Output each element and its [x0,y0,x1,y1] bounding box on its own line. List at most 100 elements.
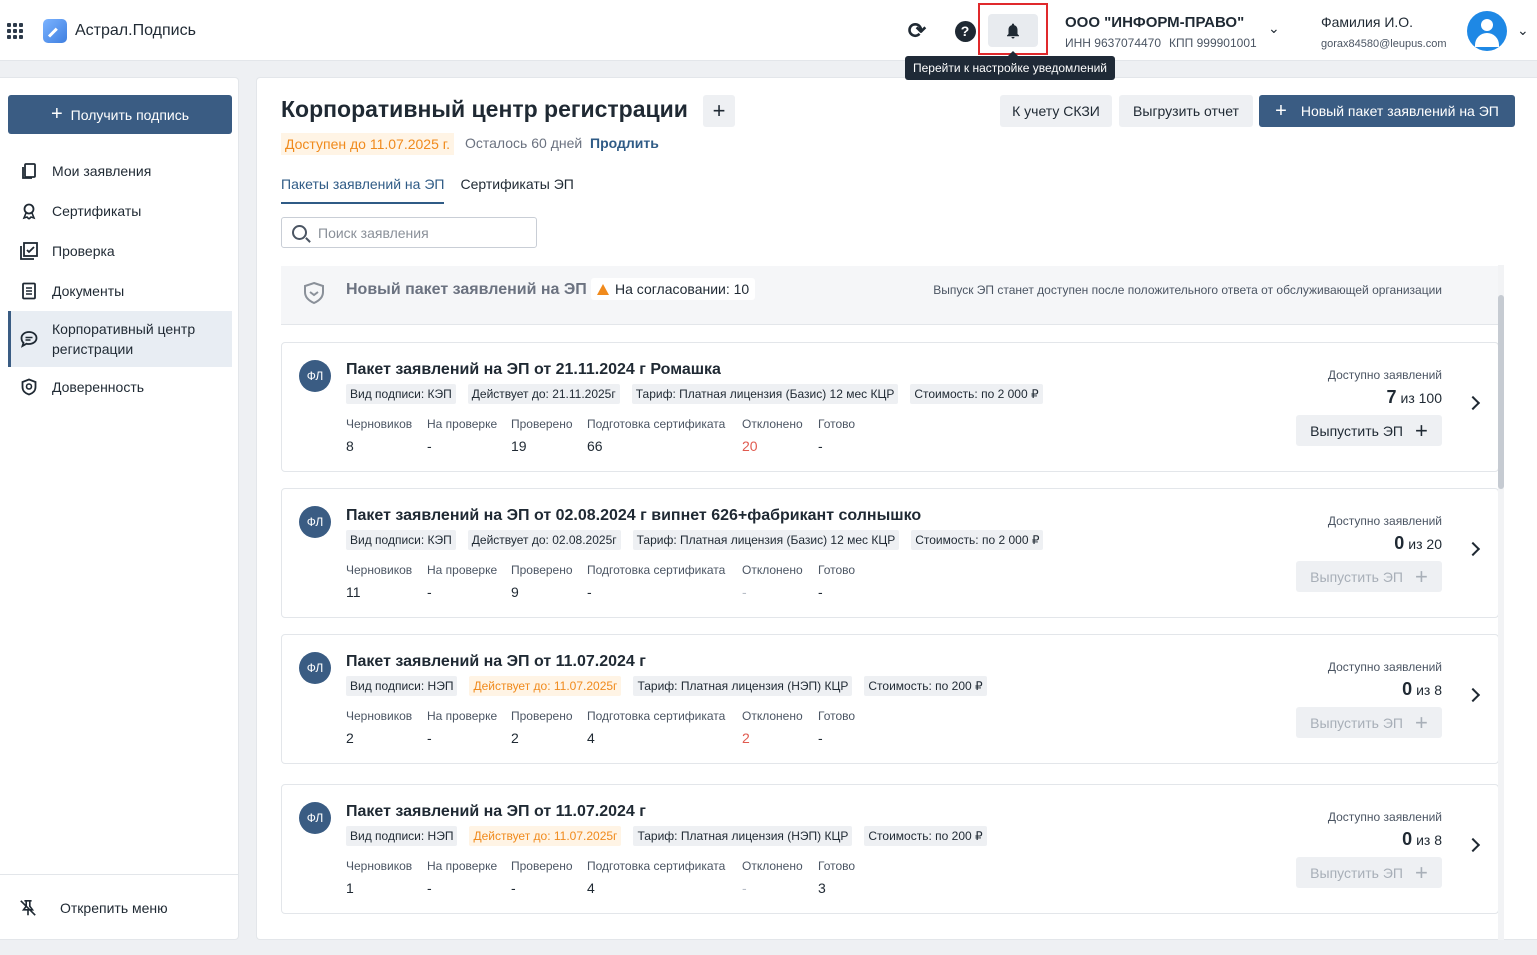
export-report-button[interactable]: Выгрузить отчет [1119,95,1253,127]
chevron-right-icon[interactable] [1465,837,1481,853]
package-tag: Тариф: Платная лицензия (НЭП) КЦР [633,826,853,846]
logo-icon [43,19,67,43]
package-stat: Подготовка сертификата - [587,563,742,600]
package-stat: Готово - [818,417,878,454]
skzi-button[interactable]: К учету СКЗИ [1000,95,1112,127]
package-stat: Черновиков 11 [346,563,427,600]
apps-grid-icon[interactable] [7,23,23,39]
stat-value: - [742,880,747,896]
avatar-icon[interactable] [1467,11,1507,51]
unpin-menu-button[interactable]: Открепить меню [0,874,238,940]
get-signature-button[interactable]: + Получить подпись [8,95,232,134]
issue-signature-label: Выпустить ЭП [1310,422,1403,439]
new-package-title: Новый пакет заявлений на ЭП [346,281,587,298]
new-package-row[interactable]: Новый пакет заявлений на ЭП На согласова… [281,266,1499,325]
issue-signature-button[interactable]: Выпустить ЭП + [1296,415,1442,446]
plus-icon: + [50,103,63,125]
stat-label: Черновиков [346,709,413,723]
highlight-frame [978,3,1048,55]
scrollbar-thumb[interactable] [1498,295,1504,489]
scrollbar[interactable] [1498,265,1504,940]
tab-certificates[interactable]: Сертификаты ЭП [460,176,573,204]
search-input[interactable]: Поиск заявления [281,217,537,248]
stat-label: Отклонено [742,709,803,723]
user-name[interactable]: Фамилия И.О. [1321,14,1413,30]
issue-signature-button[interactable]: Выпустить ЭП + [1296,561,1442,592]
package-card[interactable]: ФЛ Пакет заявлений на ЭП от 11.07.2024 г В… [281,634,1499,764]
main-panel: Корпоративный центр регистрации + Доступ… [256,77,1537,940]
help-icon[interactable]: ? [952,18,978,44]
package-tags: Вид подписи: НЭП Действует до: 11.07.2025… [346,826,999,846]
stat-label: Проверено [511,417,573,431]
org-name[interactable]: ООО "ИНФОРМ-ПРАВО" [1065,14,1244,31]
new-package-note: Выпуск ЭП станет доступен после положите… [933,283,1442,297]
available-label: Доступно заявлений [1327,810,1442,824]
stat-label: Готово [818,859,856,873]
days-left-text: Осталось 60 дней [465,135,583,151]
package-tag: Тариф: Платная лицензия (Базис) 12 мес К… [631,384,899,404]
package-card[interactable]: ФЛ Пакет заявлений на ЭП от 02.08.2024 г … [281,488,1499,618]
add-button[interactable]: + [703,95,735,127]
stat-label: Подготовка сертификата [587,417,726,431]
package-title[interactable]: Пакет заявлений на ЭП от 11.07.2024 г [346,653,646,671]
stat-label: Подготовка сертификата [587,563,726,577]
package-card[interactable]: ФЛ Пакет заявлений на ЭП от 11.07.2024 г В… [281,784,1499,914]
stat-label: На проверке [427,417,498,431]
issue-signature-button[interactable]: Выпустить ЭП + [1296,707,1442,738]
stat-label: На проверке [427,709,498,723]
stat-label: Отклонено [742,563,803,577]
stat-value: 19 [511,438,527,454]
stat-value: - [427,730,432,746]
stat-label: Отклонено [742,417,803,431]
package-title[interactable]: Пакет заявлений на ЭП от 21.11.2024 г Ро… [346,361,721,379]
package-title[interactable]: Пакет заявлений на ЭП от 11.07.2024 г [346,803,646,821]
stat-value: 3 [818,880,826,896]
new-package-button[interactable]: + Новый пакет заявлений на ЭП [1259,95,1515,127]
sidebar-item-check[interactable]: Проверка [8,231,232,271]
sidebar-item-my-applications[interactable]: Мои заявления [8,151,232,191]
available-total: из 8 [1416,682,1442,698]
documents-icon [20,162,38,180]
package-stats: Черновиков 1 На проверке - Проверено - Подгото… [346,859,878,896]
refresh-icon[interactable]: ⟳ [904,18,930,44]
chevron-down-icon[interactable]: ⌄ [1268,20,1280,37]
get-signature-label: Получить подпись [70,106,190,123]
user-email: gorax84580@leupus.com [1321,38,1447,50]
plus-icon: + [1275,99,1287,122]
search-placeholder: Поиск заявления [318,224,429,241]
logo-text[interactable]: Астрал.Подпись [75,22,196,40]
package-stat: На проверке - [427,859,511,896]
chevron-right-icon[interactable] [1465,541,1481,557]
extend-link[interactable]: Продлить [590,135,659,151]
stat-value: 4 [587,730,595,746]
sidebar-item-label: Документы [52,283,125,299]
stat-label: Проверено [511,709,573,723]
chevron-down-icon[interactable]: ⌄ [1517,22,1529,39]
sidebar-item-certificates[interactable]: Сертификаты [8,191,232,231]
stat-value: 20 [742,438,758,454]
package-tag: Тариф: Платная лицензия (Базис) 12 мес К… [632,530,900,550]
checkbox-icon [20,242,38,260]
person-type-badge: ФЛ [299,802,331,834]
stat-value: 11 [346,584,361,600]
package-tag: Вид подписи: НЭП [346,676,458,696]
package-stats: Черновиков 11 На проверке - Проверено 9 Подгот… [346,563,878,600]
package-tag: Действует до: 11.07.2025г [469,826,622,846]
unpin-label: Открепить меню [60,899,168,916]
package-tags: Вид подписи: КЭП Действует до: 02.08.2025… [346,530,1055,550]
package-tags: Вид подписи: КЭП Действует до: 21.11.2025… [346,384,1055,404]
sidebar-item-corporate-center[interactable]: Корпоративный центр регистрации [8,311,232,367]
issue-signature-button[interactable]: Выпустить ЭП + [1296,857,1442,888]
sidebar-item-label: Доверенность [52,379,145,395]
chevron-right-icon[interactable] [1465,687,1481,703]
package-card[interactable]: ФЛ Пакет заявлений на ЭП от 21.11.2024 г … [281,342,1499,472]
sidebar-item-documents[interactable]: Документы [8,271,232,311]
sidebar-item-power-of-attorney[interactable]: Доверенность [8,367,232,407]
stat-value: 2 [511,730,519,746]
package-tag: Стоимость: по 2 000 ₽ [911,530,1044,550]
package-stat: Отклонено 2 [742,709,818,746]
plus-icon: + [1414,563,1428,589]
package-title[interactable]: Пакет заявлений на ЭП от 02.08.2024 г ви… [346,507,921,525]
tab-packages[interactable]: Пакеты заявлений на ЭП [281,176,445,204]
chevron-right-icon[interactable] [1465,395,1481,411]
